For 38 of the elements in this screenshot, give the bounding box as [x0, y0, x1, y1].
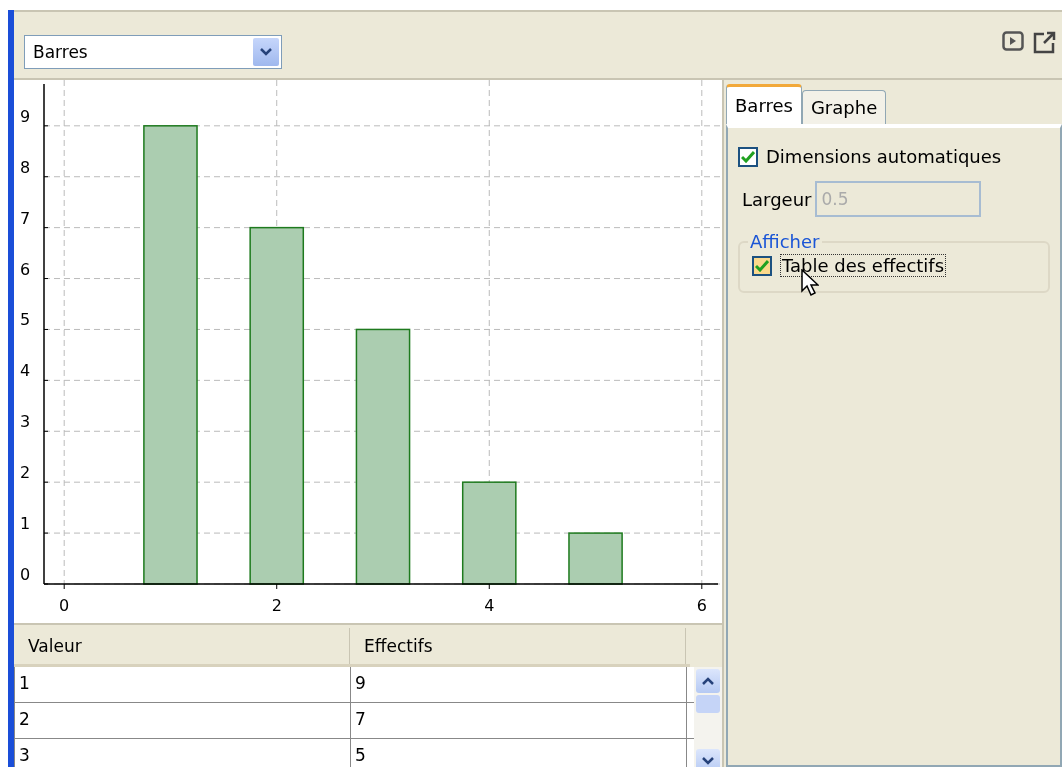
y-tick-label: 1	[20, 514, 31, 534]
y-tick-label: 0	[20, 565, 31, 584]
scroll-down-icon[interactable]	[696, 749, 720, 767]
table-cell: 9	[351, 667, 687, 702]
play-icon[interactable]	[1002, 31, 1024, 51]
field-label: Largeur	[742, 188, 812, 210]
table-cell: 7	[351, 703, 687, 738]
column-header[interactable]: Effectifs	[350, 628, 686, 664]
x-tick-label: 2	[271, 596, 282, 615]
scroll-thumb[interactable]	[696, 695, 720, 713]
y-tick-label: 4	[20, 361, 31, 381]
x-tick-label: 0	[59, 596, 70, 615]
y-tick-label: 7	[20, 208, 31, 228]
y-tick-label: 6	[20, 259, 31, 279]
checkbox[interactable]	[752, 255, 772, 276]
y-tick-label: 8	[20, 157, 31, 177]
y-tick-label: 3	[20, 412, 31, 432]
x-tick-label: 6	[696, 596, 707, 615]
x-tick-label: 4	[484, 596, 495, 615]
external-window-icon[interactable]	[1032, 31, 1056, 55]
table-cell: 1	[15, 667, 351, 702]
tab[interactable]: Graphe	[801, 90, 887, 124]
chart-type-dropdown[interactable]: Barres	[24, 35, 282, 69]
scroll-up-icon[interactable]	[696, 669, 720, 693]
table-cell: 5	[351, 739, 687, 767]
column-header[interactable]: Valeur	[14, 628, 350, 664]
y-tick-label: 9	[20, 106, 31, 126]
tab[interactable]: Barres	[726, 84, 802, 124]
dropdown-caret-icon[interactable]	[253, 38, 279, 66]
table-cell: 2	[15, 703, 351, 738]
checkbox-label: Dimensions automatiques	[766, 146, 1002, 167]
table-cell: 3	[15, 739, 351, 767]
y-tick-label: 2	[20, 463, 31, 483]
group-title: Afficher	[749, 231, 821, 252]
y-tick-label: 5	[20, 310, 31, 330]
scrollbar[interactable]	[694, 667, 722, 767]
bar	[568, 532, 623, 585]
checkbox[interactable]	[738, 146, 758, 167]
